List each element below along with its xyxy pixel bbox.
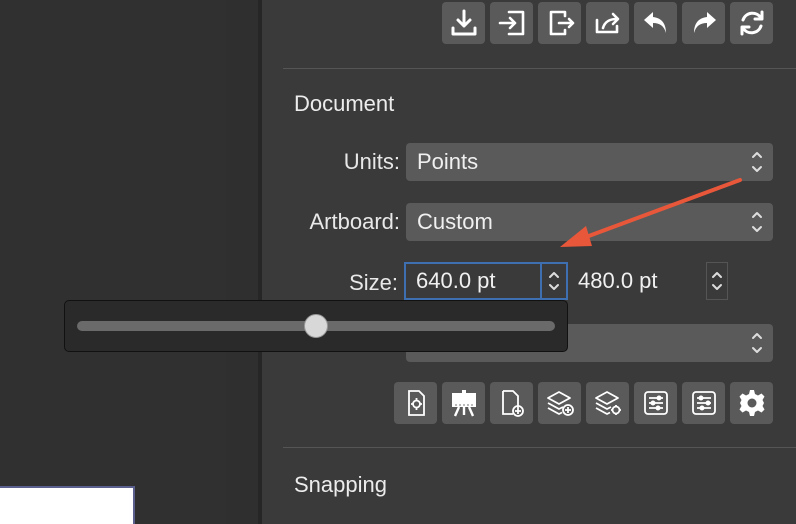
document-tools-row	[394, 382, 773, 424]
reload-button[interactable]	[730, 2, 773, 44]
add-layer-button[interactable]	[538, 382, 581, 424]
import-icon	[451, 9, 476, 36]
height-value: 480.0 pt	[578, 268, 658, 293]
document-settings-button[interactable]	[394, 382, 437, 424]
canvas-gutter	[226, 0, 258, 524]
share-icon	[595, 12, 619, 34]
top-toolbar	[442, 2, 773, 44]
redo-icon	[693, 12, 716, 33]
section-separator	[283, 447, 796, 448]
slider-thumb[interactable]	[304, 314, 328, 338]
canvas-area[interactable]	[0, 0, 226, 524]
artboard-preview[interactable]	[0, 486, 135, 524]
updown-icon	[751, 148, 763, 176]
gear-icon	[739, 390, 764, 416]
updown-icon	[751, 329, 763, 357]
width-stepper[interactable]	[542, 262, 568, 300]
document-section-title: Document	[294, 91, 395, 116]
units-label: Units:	[343, 149, 400, 174]
align-button[interactable]	[634, 382, 677, 424]
distribute-button[interactable]	[682, 382, 725, 424]
redo-button[interactable]	[682, 2, 725, 44]
width-value: 640.0 pt	[416, 268, 496, 293]
reload-icon	[740, 10, 763, 36]
width-input[interactable]: 640.0 pt	[404, 262, 542, 300]
import-button[interactable]	[442, 2, 485, 44]
export-file-button[interactable]	[538, 2, 581, 44]
undo-button[interactable]	[634, 2, 677, 44]
align-sliders-icon	[643, 391, 668, 415]
open-in-icon	[498, 10, 524, 36]
updown-icon	[712, 272, 722, 290]
size-label: Size:	[349, 270, 398, 295]
units-value: Points	[417, 149, 479, 174]
preferences-button[interactable]	[730, 382, 773, 424]
add-page-button[interactable]	[490, 382, 533, 424]
artboard-label: Artboard:	[309, 209, 401, 234]
slider-popup	[64, 300, 568, 352]
updown-icon	[751, 208, 763, 236]
share-button[interactable]	[586, 2, 629, 44]
document-settings-icon	[407, 390, 425, 416]
artboard-easel-icon	[451, 390, 476, 417]
annotation-arrow	[560, 178, 742, 247]
export-file-icon	[549, 10, 574, 36]
height-stepper[interactable]	[706, 262, 728, 300]
snapping-section-title: Snapping	[294, 472, 387, 497]
undo-icon	[643, 12, 666, 33]
add-layer-icon	[546, 391, 574, 416]
updown-icon	[549, 272, 559, 290]
layer-settings-button[interactable]	[586, 382, 629, 424]
layer-settings-icon	[594, 391, 621, 415]
artboard-button[interactable]	[442, 382, 485, 424]
add-page-icon	[501, 390, 524, 417]
toolbar-separator	[283, 68, 796, 69]
height-input[interactable]: 480.0 pt	[568, 262, 706, 300]
distribute-sliders-icon	[691, 391, 716, 415]
open-in-button[interactable]	[490, 2, 533, 44]
artboard-value: Custom	[417, 209, 493, 234]
